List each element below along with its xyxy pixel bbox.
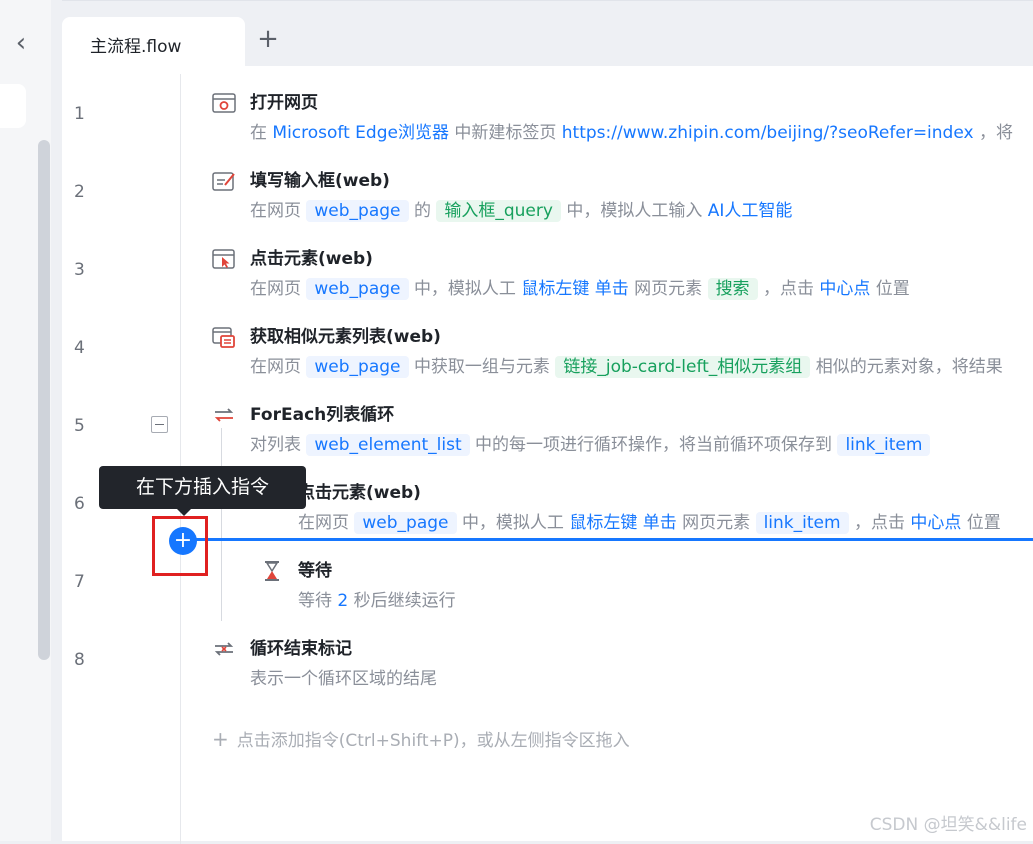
command-title: 循环结束标记	[250, 639, 352, 659]
command-description: 在网页 web_page 的 输入框_query 中，模拟人工输入 AI人工智能	[250, 200, 793, 222]
command-description: 在 Microsoft Edge浏览器 中新建标签页 https://www.z…	[250, 123, 1013, 143]
loop-icon	[214, 408, 234, 422]
line-number: 2	[74, 182, 85, 202]
command-foreach-loop[interactable]: ForEach列表循环 对列表 web_element_list 中的每一项进行…	[212, 400, 1033, 460]
left-panel: ‹	[0, 0, 51, 841]
insert-tooltip: 在下方插入指令	[99, 466, 306, 516]
command-title: 等待	[298, 561, 332, 581]
line-number: 5	[74, 416, 85, 436]
command-fill-input[interactable]: 填写输入框(web) 在网页 web_page 的 输入框_query 中，模拟…	[212, 166, 1033, 226]
command-description: 表示一个循环区域的结尾	[250, 669, 437, 689]
click-element-icon	[212, 249, 235, 269]
collapse-loop-button[interactable]	[151, 416, 168, 433]
command-wait[interactable]: 等待 等待 2 秒后继续运行	[260, 556, 1033, 616]
line-number: 4	[74, 338, 85, 358]
command-title: 点击元素(web)	[298, 483, 421, 503]
line-number: 3	[74, 260, 85, 280]
loop-end-icon	[214, 642, 234, 656]
panel-scrollbar[interactable]	[38, 140, 50, 660]
line-number: 7	[74, 572, 85, 592]
command-loop-end[interactable]: 循环结束标记 表示一个循环区域的结尾	[212, 634, 1033, 694]
hourglass-icon	[265, 561, 279, 581]
command-description: 等待 2 秒后继续运行	[298, 591, 456, 611]
similar-elements-icon	[212, 327, 235, 348]
command-description: 在网页 web_page 中获取一组与元素 链接_job-card-left_相…	[250, 356, 1003, 378]
watermark: CSDN @坦笑&&life	[869, 815, 1027, 835]
gutter-divider	[180, 74, 181, 844]
back-chevron-icon[interactable]: ‹	[8, 28, 34, 60]
command-click-element[interactable]: 点击元素(web) 在网页 web_page 中，模拟人工 鼠标左键 单击 网页…	[212, 244, 1033, 304]
command-title: 点击元素(web)	[250, 249, 373, 269]
command-title: 填写输入框(web)	[250, 171, 390, 191]
command-title: ForEach列表循环	[250, 405, 395, 425]
insert-command-button[interactable]: +	[169, 527, 197, 555]
command-open-webpage[interactable]: 打开网页 在 Microsoft Edge浏览器 中新建标签页 https://…	[212, 88, 1033, 148]
add-command-hint[interactable]: + 点击添加指令(Ctrl+Shift+P)，或从左侧指令区拖入	[212, 726, 630, 751]
command-title: 打开网页	[250, 93, 318, 113]
command-title: 获取相似元素列表(web)	[250, 327, 441, 347]
line-number: 1	[74, 104, 85, 124]
command-description: 对列表 web_element_list 中的每一项进行循环操作，将当前循环项保…	[250, 430, 931, 456]
flow-editor: 1 2 3 4 5 6 7 8 打开网页 在 Microsoft Edge浏览器…	[62, 66, 1033, 844]
add-command-hint-text: 点击添加指令(Ctrl+Shift+P)，或从左侧指令区拖入	[236, 731, 630, 751]
open-webpage-icon	[212, 93, 236, 113]
command-description: 在网页 web_page 中，模拟人工 鼠标左键 单击 网页元素 搜索 ，点击 …	[250, 278, 910, 300]
plus-icon: +	[212, 727, 229, 751]
line-number: 8	[74, 650, 85, 670]
command-get-similar-elements[interactable]: 获取相似元素列表(web) 在网页 web_page 中获取一组与元素 链接_j…	[212, 322, 1033, 382]
input-fill-icon	[212, 172, 235, 191]
tab-main-flow[interactable]: 主流程.flow	[62, 17, 245, 67]
tab-bar: 主流程.flow +	[62, 0, 1033, 67]
command-description: 在网页 web_page 中，模拟人工 鼠标左键 单击 网页元素 link_it…	[298, 512, 1001, 534]
tab-title: 主流程.flow	[90, 37, 182, 57]
plus-icon[interactable]: +	[254, 25, 282, 53]
insert-position-line	[192, 538, 1033, 541]
command-click-element-in-loop[interactable]: 点击元素(web) 在网页 web_page 中，模拟人工 鼠标左键 单击 网页…	[260, 478, 1033, 538]
panel-item[interactable]	[0, 84, 26, 128]
